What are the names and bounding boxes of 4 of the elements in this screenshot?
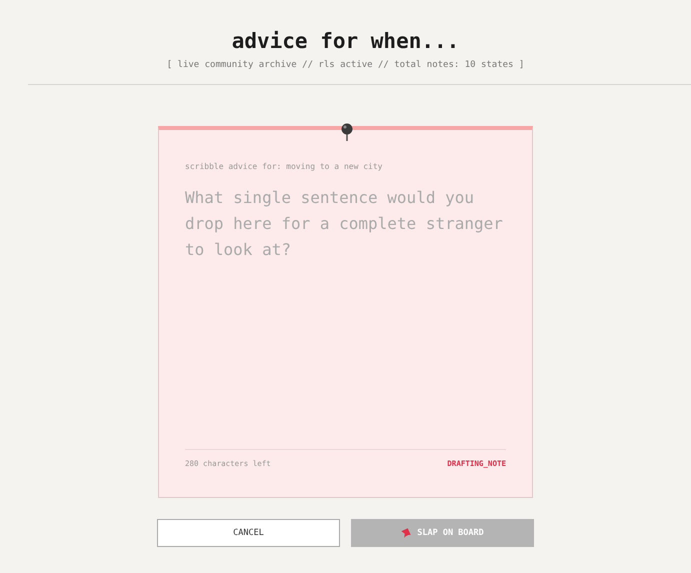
page-title: advice for when...: [230, 28, 460, 54]
note-label: scribble advice for: moving to a new city: [185, 162, 384, 171]
subtitle: [ live community archive // rls active // total notes: 10 states ]: [166, 60, 526, 70]
cancel-button[interactable]: CANCEL: [157, 519, 340, 547]
